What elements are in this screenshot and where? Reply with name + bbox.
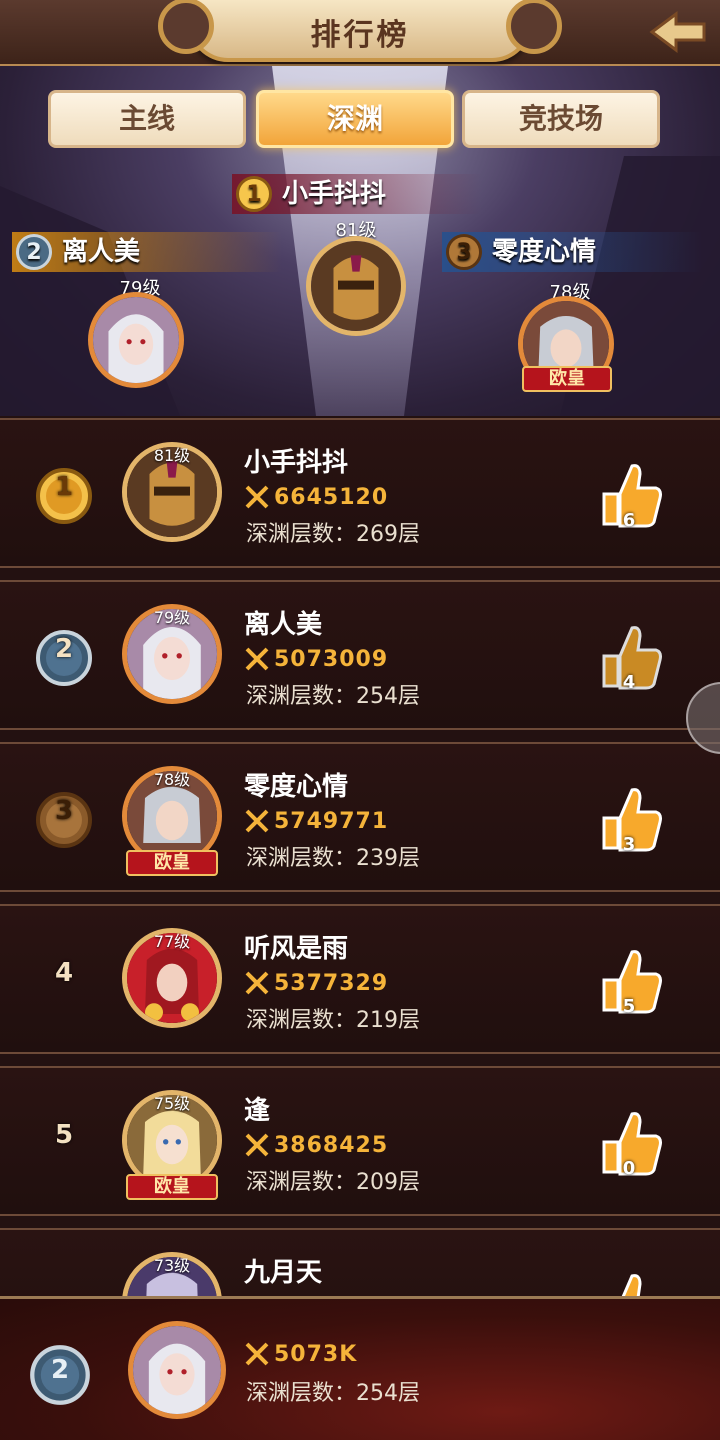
rank-1-badge: 1	[236, 176, 272, 212]
player-name: 九月天	[244, 1258, 323, 1288]
abyss-floors: 深渊层数：219层	[246, 1008, 420, 1033]
abyss-floors: 深渊层数：239层	[246, 846, 420, 871]
rank-2-badge: 2	[16, 234, 52, 270]
podium-second-avatar[interactable]	[88, 292, 184, 388]
like-count: 6	[622, 510, 636, 531]
podium-third-tag: 欧皇	[522, 366, 612, 392]
rank-number: 3	[54, 796, 74, 826]
player-tag: 欧皇	[126, 850, 218, 876]
player-level: 78级	[153, 770, 191, 789]
player-name: 零度心情	[244, 772, 349, 802]
title-plate: 排行榜	[158, 0, 562, 62]
page-title: 排行榜	[310, 18, 410, 53]
my-power-value: 5073K	[274, 1341, 358, 1367]
tab-arena[interactable]: 竞技场	[462, 90, 660, 148]
player-tag: 欧皇	[126, 1174, 218, 1200]
power-stat: 5377329	[244, 968, 388, 998]
abyss-floors: 深渊层数：269层	[246, 522, 420, 547]
rank-3-badge: 3	[446, 234, 482, 270]
rank-number: 2	[54, 634, 74, 664]
crossed-swords-icon	[245, 485, 269, 509]
player-name: 小手抖抖	[244, 448, 349, 478]
crossed-swords-icon	[245, 1133, 269, 1157]
my-rank-number: 2	[50, 1355, 70, 1385]
player-name: 离人美	[244, 610, 323, 640]
tab-main[interactable]: 主线	[48, 90, 246, 148]
like-count: 5	[622, 996, 636, 1017]
player-level: 81级	[153, 446, 191, 465]
ranking-list[interactable]: 1 81级 小手抖抖 6645120 深渊层数：269层 6 2 79级 离人美…	[0, 416, 720, 1296]
ranking-row-4[interactable]: 4 77级 听风是雨 5377329 深渊层数：219层 5	[0, 904, 720, 1054]
my-rank-footer: 2 5073K 深渊层数：254层	[0, 1296, 720, 1440]
like-count: 3	[622, 834, 636, 855]
tab-abyss[interactable]: 深渊	[256, 90, 454, 148]
rank-number: 1	[54, 472, 74, 502]
power-value: 5073009	[274, 646, 389, 672]
header-bar: 排行榜	[0, 0, 720, 66]
player-level: 77级	[153, 932, 191, 951]
my-avatar[interactable]	[128, 1321, 226, 1419]
player-name: 听风是雨	[244, 934, 349, 964]
crossed-swords-icon	[245, 1342, 269, 1366]
my-power-stat: 5073K	[244, 1339, 357, 1369]
crossed-swords-icon	[245, 647, 269, 671]
like-count: 4	[622, 672, 636, 693]
power-stat: 5749771	[244, 806, 388, 836]
player-level: 79级	[153, 608, 191, 627]
ranking-row-1[interactable]: 1 81级 小手抖抖 6645120 深渊层数：269层 6	[0, 418, 720, 568]
ranking-row-3[interactable]: 3 78级 欧皇 零度心情 5749771 深渊层数：239层 3	[0, 742, 720, 892]
ranking-row-2[interactable]: 2 79级 离人美 5073009 深渊层数：254层 4	[0, 580, 720, 730]
podium-area: 主线 深渊 竞技场 1 小手抖抖 81级 2 离人美 79级 3 零度心情 78…	[0, 66, 720, 416]
abyss-floors: 深渊层数：209层	[246, 1170, 420, 1195]
podium-second-name: 2 离人美	[12, 232, 282, 272]
power-value: 5749771	[274, 808, 389, 834]
ranking-row-6[interactable]: 73级 九月天	[0, 1228, 720, 1296]
abyss-floors: 深渊层数：254层	[246, 684, 420, 709]
thumbs-up-icon[interactable]	[594, 1268, 664, 1296]
ranking-row-5[interactable]: 5 75级 欧皇 逢 3868425 深渊层数：209层 0	[0, 1066, 720, 1216]
my-abyss-floors: 深渊层数：254层	[246, 1381, 420, 1406]
crossed-swords-icon	[245, 971, 269, 995]
player-level: 73级	[153, 1256, 191, 1275]
podium-first-avatar[interactable]	[306, 236, 406, 336]
power-stat: 5073009	[244, 644, 388, 674]
podium-first-name: 1 小手抖抖	[232, 174, 482, 214]
power-value: 6645120	[274, 484, 389, 510]
player-level: 75级	[153, 1094, 191, 1113]
back-arrow-icon[interactable]	[646, 6, 710, 58]
power-stat: 6645120	[244, 482, 388, 512]
like-count: 0	[622, 1158, 636, 1179]
power-stat: 3868425	[244, 1130, 388, 1160]
rank-number: 4	[54, 958, 74, 988]
player-name: 逢	[244, 1096, 271, 1126]
podium-third-name: 3 零度心情	[442, 232, 702, 272]
power-value: 3868425	[274, 1132, 389, 1158]
power-value: 5377329	[274, 970, 389, 996]
rank-number: 5	[54, 1120, 74, 1150]
crossed-swords-icon	[245, 809, 269, 833]
